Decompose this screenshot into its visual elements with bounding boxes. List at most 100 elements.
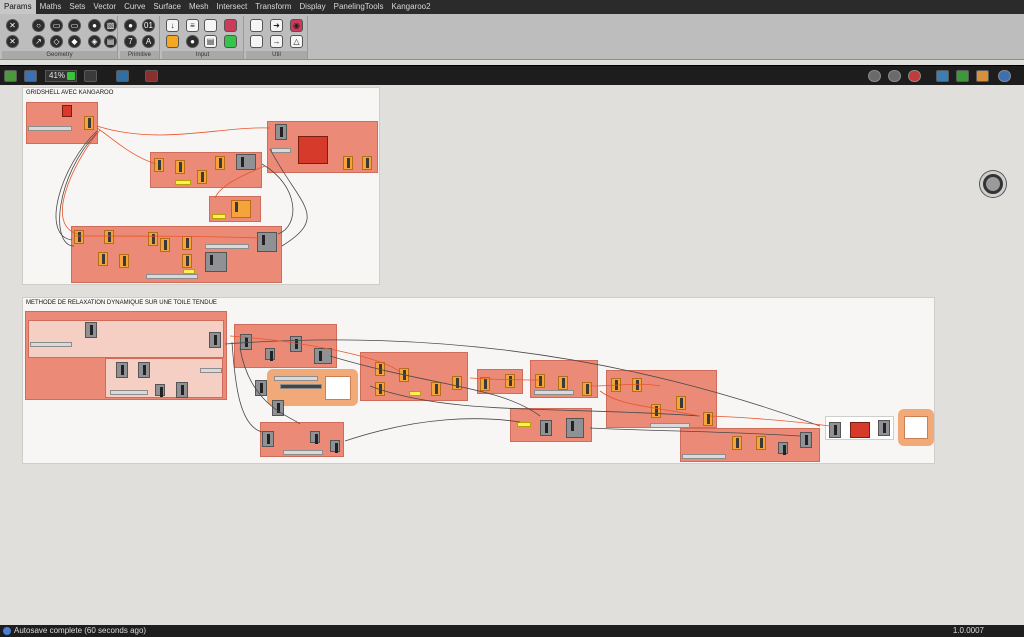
orange-component[interactable] xyxy=(651,404,661,418)
orange-component[interactable] xyxy=(558,376,568,390)
gray-component[interactable] xyxy=(176,382,188,398)
number-slider[interactable] xyxy=(280,384,322,389)
orange-component[interactable] xyxy=(756,436,766,450)
geometry-param-icon[interactable]: ✕ xyxy=(6,19,19,32)
orange-component[interactable] xyxy=(431,382,441,396)
component-cluster[interactable] xyxy=(606,370,717,428)
gray-component[interactable] xyxy=(257,232,277,252)
orange-component[interactable] xyxy=(732,436,742,450)
orange-component[interactable] xyxy=(104,230,114,244)
gray-component[interactable] xyxy=(265,348,275,361)
number-slider[interactable] xyxy=(200,368,222,373)
orange-component[interactable] xyxy=(84,116,94,130)
red-component[interactable] xyxy=(62,105,72,117)
vector-param-icon[interactable]: ✕ xyxy=(6,35,19,48)
orange-component[interactable] xyxy=(452,376,462,390)
orange-component[interactable] xyxy=(505,374,515,388)
gradient-icon[interactable] xyxy=(224,19,237,32)
tab-display[interactable]: Display xyxy=(295,0,329,14)
panel-output[interactable] xyxy=(325,376,351,400)
gray-component[interactable] xyxy=(272,400,284,416)
orange-component[interactable] xyxy=(74,230,84,244)
orange-component[interactable] xyxy=(375,382,385,396)
orange-component[interactable] xyxy=(215,156,225,170)
orange-component[interactable] xyxy=(611,378,621,392)
gray-component[interactable] xyxy=(205,252,227,272)
orange-component[interactable] xyxy=(632,378,642,392)
brep-param-icon[interactable]: ▭ xyxy=(68,19,81,32)
definition-canvas[interactable]: GRIDSHELL AVEC KANGAROO METHODE DE RELAX… xyxy=(0,86,1024,625)
preview-eye-icon[interactable] xyxy=(116,70,129,82)
relay-arrow-icon[interactable]: ➜ xyxy=(270,19,283,32)
gray-component[interactable] xyxy=(540,420,552,436)
orange-component[interactable] xyxy=(197,170,207,184)
gray-component[interactable] xyxy=(85,322,97,338)
gray-component[interactable] xyxy=(566,418,584,438)
point-param-icon[interactable]: ◆ xyxy=(68,35,81,48)
gray-component[interactable] xyxy=(240,334,252,350)
yellow-toggle[interactable] xyxy=(517,422,531,427)
orange-component[interactable] xyxy=(98,252,108,266)
orange-component[interactable] xyxy=(182,254,192,268)
orange-component[interactable] xyxy=(154,158,164,172)
red-component[interactable] xyxy=(298,136,328,164)
forward-arrow-icon[interactable]: → xyxy=(270,35,283,48)
tab-panelingtools[interactable]: PanelingTools xyxy=(330,0,388,14)
save-data-icon[interactable]: ≡ xyxy=(186,19,199,32)
import-icon[interactable]: ↓ xyxy=(166,19,179,32)
field-param-icon[interactable]: ▤ xyxy=(104,35,117,48)
tab-surface[interactable]: Surface xyxy=(149,0,185,14)
sketch-pen-icon[interactable] xyxy=(145,70,158,82)
surface-param-icon[interactable]: ▧ xyxy=(104,19,117,32)
gray-component[interactable] xyxy=(262,431,274,447)
tab-curve[interactable]: Curve xyxy=(120,0,149,14)
help-icon[interactable] xyxy=(998,70,1011,82)
yellow-toggle[interactable] xyxy=(212,214,226,219)
tab-mesh[interactable]: Mesh xyxy=(185,0,213,14)
text-param-icon[interactable]: A xyxy=(142,35,155,48)
tab-kangaroo2[interactable]: Kangaroo2 xyxy=(387,0,434,14)
document-preview-icon[interactable] xyxy=(936,70,949,82)
gray-component[interactable] xyxy=(330,440,340,453)
tab-sets[interactable]: Sets xyxy=(65,0,89,14)
yellow-toggle[interactable] xyxy=(409,391,421,396)
orange-component[interactable] xyxy=(676,396,686,410)
number-slider[interactable] xyxy=(534,390,574,395)
bake-icon[interactable] xyxy=(976,70,989,82)
gray-component[interactable] xyxy=(314,348,332,364)
orange-component[interactable] xyxy=(375,362,385,376)
orange-component[interactable] xyxy=(343,156,353,170)
open-file-icon[interactable] xyxy=(4,70,17,82)
data-dam-icon[interactable]: ◉ xyxy=(290,19,303,32)
gray-component[interactable] xyxy=(878,420,890,436)
line-param-icon[interactable]: ↗ xyxy=(32,35,45,48)
gray-component[interactable] xyxy=(255,380,267,396)
number-slider[interactable] xyxy=(146,274,198,279)
yellow-toggle[interactable] xyxy=(183,269,195,274)
number-param-icon[interactable]: 7 xyxy=(124,35,137,48)
gray-component[interactable] xyxy=(138,362,150,378)
orange-component[interactable] xyxy=(182,236,192,250)
zoom-level[interactable]: 41% xyxy=(45,70,77,82)
orange-component[interactable] xyxy=(480,377,490,391)
number-slider[interactable] xyxy=(205,244,249,249)
tab-transform[interactable]: Transform xyxy=(251,0,295,14)
wireframe-preview-icon[interactable] xyxy=(888,70,901,82)
gray-component[interactable] xyxy=(778,442,788,455)
tab-vector[interactable]: Vector xyxy=(89,0,120,14)
orange-component[interactable] xyxy=(535,374,545,388)
boolean-param-icon[interactable]: ● xyxy=(124,19,137,32)
flask-icon[interactable]: △ xyxy=(290,35,303,48)
number-slider[interactable] xyxy=(110,390,148,395)
gray-component[interactable] xyxy=(829,422,841,438)
value-list-icon[interactable]: ▤ xyxy=(204,35,217,48)
number-slider[interactable] xyxy=(30,342,72,347)
panel-output[interactable] xyxy=(904,416,928,439)
mesh-param-icon[interactable]: ● xyxy=(88,19,101,32)
canvas-navigation-dial-icon[interactable] xyxy=(980,171,1006,197)
plane-param-icon[interactable]: ◇ xyxy=(50,35,63,48)
chevron-down-icon[interactable] xyxy=(67,72,75,80)
shaded-preview-icon[interactable] xyxy=(868,70,881,82)
zoom-extents-icon[interactable] xyxy=(84,70,97,82)
gray-component[interactable] xyxy=(236,154,256,170)
